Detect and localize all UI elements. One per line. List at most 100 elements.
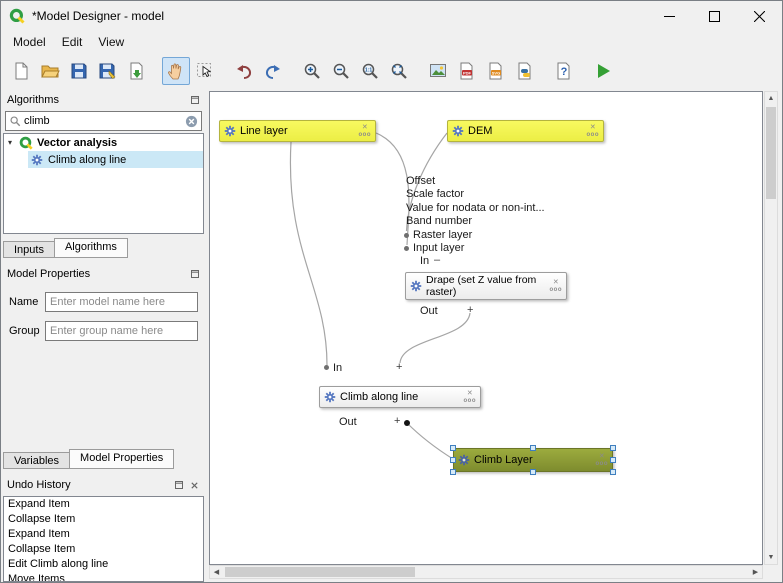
node-menu-icon[interactable]: ooo (550, 287, 563, 293)
selection-handle[interactable] (610, 445, 616, 451)
wire-linelayer-to-climb (290, 142, 327, 365)
node-collapse-icon[interactable]: ✕ (362, 124, 368, 131)
export-model-button[interactable] (123, 57, 151, 85)
drape-param-raster-layer[interactable]: Raster layer (404, 229, 472, 241)
undo-list-item[interactable]: Collapse Item (4, 512, 203, 527)
drape-out-expand-toggle[interactable]: + (467, 304, 473, 316)
float-panel-icon[interactable] (172, 479, 185, 492)
horizontal-scroll-thumb[interactable] (225, 567, 415, 577)
node-label: Drape (set Z value from raster) (426, 274, 547, 298)
node-collapse-icon[interactable]: ✕ (599, 453, 605, 460)
scroll-up-icon[interactable]: ▲ (765, 92, 777, 105)
clear-search-icon[interactable] (185, 115, 198, 128)
zoom-in-button[interactable] (298, 57, 326, 85)
close-panel-icon[interactable] (188, 479, 201, 492)
save-floppy-icon (69, 61, 89, 81)
drape-in-collapse-toggle[interactable]: – (434, 254, 440, 266)
redo-button[interactable] (259, 57, 287, 85)
undo-list-item[interactable]: Edit Climb along line (4, 557, 203, 572)
menu-model[interactable]: Model (5, 33, 54, 51)
pan-tool-button[interactable] (162, 57, 190, 85)
zoom-full-button[interactable] (385, 57, 413, 85)
node-menu-icon[interactable]: ooo (464, 398, 477, 404)
model-node-climb-along-line[interactable]: Climb along line ✕ ooo (319, 386, 481, 408)
climb-in-expand-toggle[interactable]: + (396, 361, 402, 373)
wire-climb-to-output (407, 423, 453, 459)
tree-group-vector-analysis[interactable]: ▾ Vector analysis (4, 134, 203, 151)
open-model-button[interactable] (36, 57, 64, 85)
menu-edit[interactable]: Edit (54, 33, 91, 51)
float-panel-icon[interactable] (188, 268, 201, 281)
selection-handle[interactable] (450, 445, 456, 451)
select-tool-button[interactable] (191, 57, 219, 85)
zoom-actual-button[interactable]: 1:1 (356, 57, 384, 85)
tree-expander-icon[interactable]: ▾ (8, 138, 19, 147)
selection-handle[interactable] (450, 469, 456, 475)
help-icon: ? (554, 61, 574, 81)
node-menu-icon[interactable]: ooo (359, 132, 372, 138)
export-pdf-button[interactable]: PDF (453, 57, 481, 85)
selection-handle[interactable] (530, 469, 536, 475)
scroll-down-icon[interactable]: ▼ (765, 551, 777, 564)
float-panel-icon[interactable] (188, 94, 201, 107)
export-image-button[interactable] (424, 57, 452, 85)
selection-handle[interactable] (450, 457, 456, 463)
tab-variables[interactable]: Variables (3, 452, 70, 469)
close-button[interactable] (737, 1, 782, 31)
undo-icon (234, 61, 254, 81)
save-model-as-button[interactable] (94, 57, 122, 85)
drape-param-nodata: Value for nodata or non-int... (404, 202, 545, 214)
selection-handle[interactable] (610, 469, 616, 475)
new-model-button[interactable] (7, 57, 35, 85)
undo-button[interactable] (230, 57, 258, 85)
zoom-out-button[interactable] (327, 57, 355, 85)
toolbar: 1:1 PDF SVG ? (1, 52, 782, 89)
edit-help-button[interactable]: ? (550, 57, 578, 85)
socket-dot[interactable] (404, 233, 409, 238)
model-node-dem[interactable]: DEM ✕ ooo (447, 120, 604, 142)
tab-algorithms[interactable]: Algorithms (54, 238, 128, 258)
drape-param-input-layer[interactable]: Input layer (404, 242, 464, 254)
selected-row-highlight[interactable]: Climb along line (28, 151, 203, 168)
minimize-button[interactable] (647, 1, 692, 31)
save-model-button[interactable] (65, 57, 93, 85)
menu-view[interactable]: View (90, 33, 132, 51)
tree-item-climb-along-line[interactable]: Climb along line (4, 151, 203, 168)
search-input[interactable] (24, 115, 185, 127)
vertical-scroll-thumb[interactable] (766, 107, 776, 199)
climb-in-socket-dot[interactable] (324, 365, 329, 370)
export-svg-button[interactable]: SVG (482, 57, 510, 85)
selection-handle[interactable] (530, 445, 536, 451)
undo-list-item[interactable]: Expand Item (4, 527, 203, 542)
canvas-vertical-scrollbar[interactable]: ▲ ▼ (764, 91, 778, 565)
gear-icon (324, 391, 336, 403)
undo-list-item[interactable]: Move Items (4, 572, 203, 582)
gear-icon (458, 454, 470, 466)
model-canvas[interactable]: Line layer ✕ ooo DEM ✕ ooo Offset Scale … (209, 91, 763, 565)
scroll-right-icon[interactable]: ▶ (749, 566, 762, 578)
climb-out-expand-toggle[interactable]: + (394, 415, 400, 427)
node-collapse-icon[interactable]: ✕ (467, 390, 473, 397)
undo-list-item[interactable]: Expand Item (4, 497, 203, 512)
node-collapse-icon[interactable]: ✕ (553, 279, 559, 286)
scroll-left-icon[interactable]: ◀ (210, 566, 223, 578)
canvas-horizontal-scrollbar[interactable]: ◀ ▶ (209, 565, 763, 579)
tab-inputs[interactable]: Inputs (3, 241, 55, 258)
model-name-input[interactable] (45, 292, 198, 312)
run-model-button[interactable] (589, 57, 617, 85)
socket-dot[interactable] (404, 246, 409, 251)
selection-handle[interactable] (610, 457, 616, 463)
model-node-line-layer[interactable]: Line layer ✕ ooo (219, 120, 376, 142)
node-menu-icon[interactable]: ooo (596, 461, 609, 467)
model-group-input[interactable] (45, 321, 198, 341)
tree-item-label: Climb along line (48, 154, 126, 166)
model-node-drape[interactable]: Drape (set Z value from raster) ✕ ooo (405, 272, 567, 300)
tab-model-properties[interactable]: Model Properties (69, 449, 174, 469)
undo-list-item[interactable]: Collapse Item (4, 542, 203, 557)
export-python-button[interactable] (511, 57, 539, 85)
undo-history-header: Undo History (1, 476, 207, 494)
maximize-button[interactable] (692, 1, 737, 31)
node-collapse-icon[interactable]: ✕ (590, 124, 596, 131)
node-menu-icon[interactable]: ooo (587, 132, 600, 138)
climb-out-socket-dot[interactable] (404, 420, 410, 426)
